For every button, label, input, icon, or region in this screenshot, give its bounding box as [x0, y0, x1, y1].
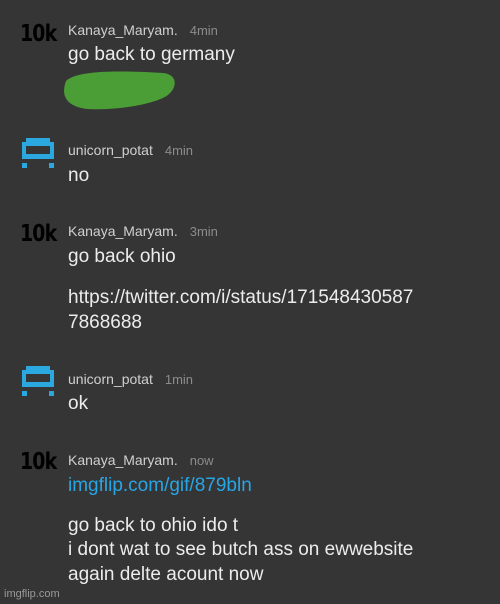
- robot-icon[interactable]: [20, 138, 56, 168]
- message-link[interactable]: imgflip.com/gif/879bln: [68, 473, 252, 499]
- timestamp: 4min: [189, 23, 218, 38]
- username-text[interactable]: unicorn_potat: [68, 142, 153, 158]
- message-text: go back to germany: [68, 44, 235, 65]
- message-text: ok: [68, 393, 89, 414]
- username[interactable]: unicorn_potat 4min: [68, 142, 193, 158]
- username-text[interactable]: Kanaya_Maryam.: [68, 452, 178, 468]
- message-text: 7868688: [68, 312, 142, 333]
- message-text: https://twitter.com/i/status/17154843058…: [68, 287, 414, 308]
- username[interactable]: Kanaya_Maryam. 3min: [68, 223, 218, 239]
- timestamp: 4min: [164, 143, 194, 158]
- message-text: go back ohio: [68, 246, 176, 267]
- message-text: go back to ohio ido t: [68, 515, 239, 536]
- username-text[interactable]: Kanaya_Maryam.: [68, 22, 178, 38]
- message-text: no: [68, 165, 90, 186]
- username[interactable]: unicorn_potat 1min: [68, 371, 193, 387]
- username-text[interactable]: unicorn_potat: [68, 371, 153, 387]
- username[interactable]: Kanaya_Maryam. 4min: [68, 22, 218, 38]
- robot-icon[interactable]: [20, 366, 56, 396]
- avatar[interactable]: 10k: [20, 449, 57, 475]
- timestamp: 1min: [164, 372, 194, 387]
- avatar[interactable]: 10k: [20, 21, 57, 47]
- message-text: i dont wat to see butch ass on ewwebsite: [68, 539, 414, 560]
- username-text[interactable]: Kanaya_Maryam.: [68, 223, 178, 239]
- avatar[interactable]: 10k: [20, 221, 57, 247]
- watermark: imgflip.com: [4, 588, 60, 600]
- username[interactable]: Kanaya_Maryam. now: [68, 452, 214, 468]
- message-text: again delte acount now: [68, 564, 264, 585]
- scribble-redaction: [64, 71, 175, 110]
- timestamp: now: [189, 453, 214, 468]
- timestamp: 3min: [189, 224, 218, 239]
